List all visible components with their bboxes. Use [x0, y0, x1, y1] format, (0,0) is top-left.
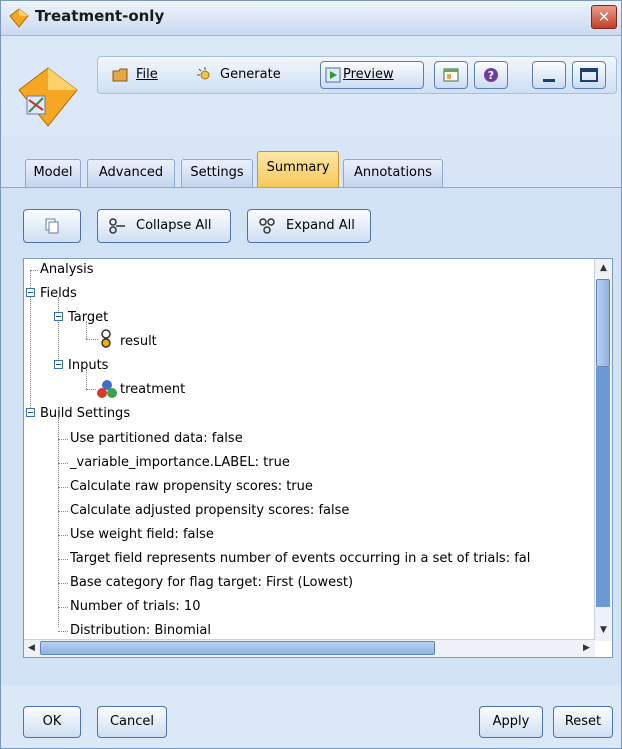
tree-item-build-settings[interactable]: Build Settings: [40, 403, 130, 425]
summary-panel: Collapse All Expand All Analysis Fields …: [1, 187, 621, 686]
tab-label: Annotations: [353, 165, 433, 180]
preview-button[interactable]: Preview: [320, 61, 424, 89]
collapse-all-button[interactable]: Collapse All: [97, 209, 231, 243]
tree-item-setting[interactable]: _variable_importance.LABEL: true: [70, 452, 290, 474]
collapse-icon: [109, 218, 125, 234]
file-menu[interactable]: File: [112, 62, 172, 88]
tree-item-target[interactable]: Target: [68, 307, 108, 329]
tree-connector: [58, 607, 68, 608]
table-icon: [443, 68, 459, 82]
expand-icon: [259, 218, 275, 234]
tree-item-setting[interactable]: Number of trials: 10: [70, 596, 200, 618]
maximize-button[interactable]: [572, 61, 606, 89]
help-icon: ?: [484, 68, 498, 82]
title-bar[interactable]: Treatment-only ✕: [1, 1, 621, 36]
apply-button[interactable]: Apply: [479, 706, 543, 738]
tree-item-setting[interactable]: Calculate adjusted propensity scores: fa…: [70, 500, 349, 522]
collapse-toggle-icon[interactable]: [54, 312, 63, 321]
tab-label: Model: [33, 165, 73, 180]
copy-icon: [45, 218, 59, 234]
preview-label: Preview: [343, 67, 394, 82]
tab-label: Summary: [266, 160, 330, 175]
close-icon: ✕: [597, 8, 611, 26]
tree-connector: [58, 583, 68, 584]
close-button[interactable]: ✕: [591, 5, 617, 29]
expand-all-label: Expand All: [286, 218, 355, 233]
tree-connector: [58, 297, 59, 365]
tree-connector: [58, 535, 68, 536]
reset-button[interactable]: Reset: [553, 706, 613, 738]
tab-advanced[interactable]: Advanced: [87, 159, 175, 187]
scroll-up-icon[interactable]: ▲: [596, 261, 611, 276]
scroll-down-icon[interactable]: ▼: [596, 623, 611, 638]
folder-icon: [112, 68, 128, 82]
tab-model[interactable]: Model: [25, 159, 81, 187]
nominal-input-icon: [97, 380, 117, 398]
tree-connector: [30, 270, 38, 271]
horizontal-scroll-thumb[interactable]: [40, 641, 435, 655]
help-button[interactable]: ?: [474, 61, 508, 89]
model-nugget-icon: [18, 67, 78, 127]
horizontal-scrollbar[interactable]: ◀ ▶: [24, 639, 595, 657]
tree-item-inputs[interactable]: Inputs: [68, 355, 108, 377]
dialog-footer: OK Cancel Apply Reset: [1, 685, 621, 748]
vertical-scrollbar[interactable]: ▲ ▼: [594, 259, 612, 641]
tab-summary[interactable]: Summary: [257, 151, 339, 187]
tree-item-analysis[interactable]: Analysis: [40, 259, 94, 281]
collapse-toggle-icon[interactable]: [54, 360, 63, 369]
tree-connector: [58, 559, 68, 560]
tree-connector: [86, 369, 87, 389]
generate-sparkle-icon: [197, 67, 210, 80]
tree-item-setting[interactable]: Target field represents number of events…: [70, 548, 530, 570]
tree-item-result[interactable]: result: [120, 331, 157, 353]
tree-connector: [86, 389, 96, 390]
ok-button[interactable]: OK: [23, 706, 81, 738]
header: File Generate Preview ?: [1, 36, 621, 136]
preview-icon: [325, 67, 341, 83]
generate-label: Generate: [220, 67, 281, 82]
tree-connector: [58, 631, 68, 632]
scroll-right-icon[interactable]: ▶: [579, 641, 594, 656]
window-title: Treatment-only: [35, 7, 165, 25]
flag-target-icon: [101, 329, 111, 348]
tab-label: Settings: [190, 165, 244, 180]
tree-connector: [58, 487, 68, 488]
summary-tree[interactable]: Analysis Fields Target result Inputs tre…: [23, 258, 613, 658]
tab-label: Advanced: [98, 165, 164, 180]
file-label: File: [136, 67, 158, 82]
dialog-window: Treatment-only ✕ File Generate Preview ?…: [0, 0, 622, 749]
tab-annotations[interactable]: Annotations: [343, 159, 443, 187]
vertical-scroll-track[interactable]: [596, 367, 610, 607]
app-gem-icon: [9, 8, 29, 28]
tree-connector: [58, 463, 68, 464]
collapse-toggle-icon[interactable]: [26, 288, 35, 297]
tree-item-setting[interactable]: Use partitioned data: false: [70, 428, 243, 450]
minimize-button[interactable]: [532, 61, 566, 89]
tree-connector: [58, 439, 68, 440]
toolbar: File Generate Preview ?: [97, 56, 617, 94]
tab-settings[interactable]: Settings: [181, 159, 253, 187]
tree-item-setting[interactable]: Calculate raw propensity scores: true: [70, 476, 313, 498]
maximize-icon: [580, 68, 598, 82]
tree-item-setting[interactable]: Base category for flag target: First (Lo…: [70, 572, 353, 594]
tab-bar: Model Advanced Settings Summary Annotati…: [1, 151, 621, 187]
scroll-left-icon[interactable]: ◀: [24, 641, 39, 656]
cancel-button[interactable]: Cancel: [97, 706, 167, 738]
tree-connector: [58, 417, 59, 627]
expand-all-button[interactable]: Expand All: [247, 209, 371, 243]
copy-button[interactable]: [23, 209, 81, 243]
tree-connector: [86, 339, 98, 340]
tree-connector: [58, 511, 68, 512]
vertical-scroll-thumb[interactable]: [596, 279, 610, 367]
collapse-toggle-icon[interactable]: [26, 408, 35, 417]
tree-connector: [86, 321, 87, 339]
table-button[interactable]: [434, 61, 468, 89]
tree-item-treatment[interactable]: treatment: [120, 379, 185, 401]
generate-menu[interactable]: Generate: [196, 62, 296, 88]
collapse-all-label: Collapse All: [136, 218, 212, 233]
minimize-icon: [543, 79, 555, 82]
tree-item-setting[interactable]: Use weight field: false: [70, 524, 214, 546]
svg-text:?: ?: [488, 69, 494, 82]
